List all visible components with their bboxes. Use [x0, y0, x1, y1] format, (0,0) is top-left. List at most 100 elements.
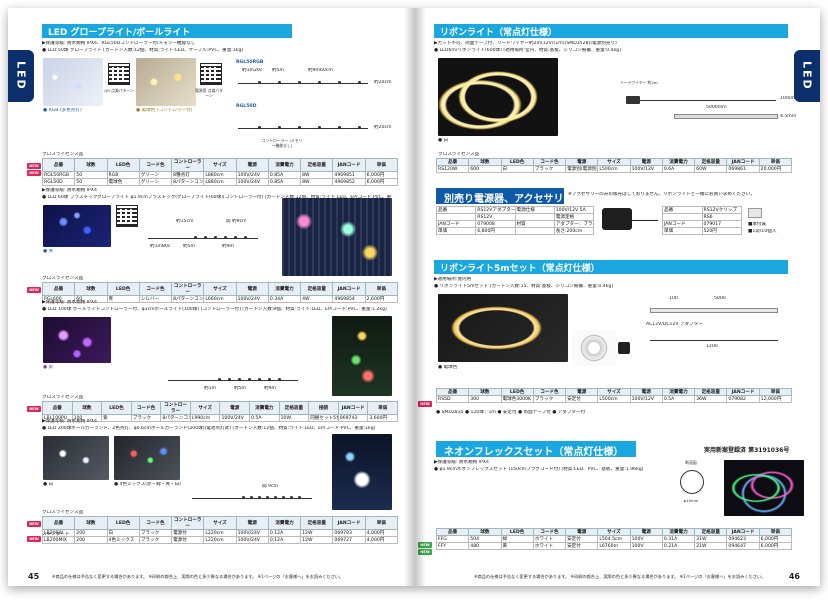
table-row: 単価 520円 — [662, 227, 742, 235]
table-header-cell: 球数 — [74, 158, 108, 172]
p4-note1: ▶保護等級: 防水規格 IPX4 — [42, 419, 97, 424]
qr-code-icon — [108, 63, 130, 85]
table-cell: 504 — [468, 535, 502, 543]
table-header-cell: LED色 — [500, 528, 534, 536]
new-badge: NEW — [27, 287, 41, 293]
clip-photo — [748, 208, 762, 218]
rgl50d-label: RGL50D — [236, 104, 257, 109]
table-header-cell: 電源 — [565, 528, 599, 536]
adapter-table: 品番 RS12Vアダプター 電源仕様 100V/12V 5A RS12V 電源定格 JANコ… — [435, 206, 595, 235]
table-header-cell: コントローラー — [171, 516, 205, 530]
table-cell: 4969854 — [332, 295, 366, 303]
table-cell: 6,000円 — [364, 171, 399, 179]
dim-label: 約5m — [272, 68, 284, 73]
table-header-cell: コード色 — [532, 158, 567, 166]
table-cell — [514, 227, 555, 235]
table-cell: ホワイト — [532, 542, 567, 550]
table-header-cell: 定格容量 — [300, 516, 334, 530]
table-cell: L500cm — [597, 165, 631, 173]
right-page: LED リボンライト（常点灯仕様） ▶カット不可、両面テープ付、リードワイヤー約… — [414, 8, 820, 586]
table-header-cell: LED色 — [106, 282, 140, 296]
table-cell: 電源仕様 — [514, 206, 555, 214]
table-header-cell: JANコード — [726, 158, 760, 166]
dim-label: 約9m60cm — [308, 68, 333, 73]
table-cell: 100V/24V — [235, 529, 269, 537]
ribbon-strip-icon — [674, 114, 778, 119]
table-row: RGL50D50電球色グリーン8パターンコントローラーL880cm100V/24… — [41, 178, 399, 186]
dim-label: 約5m — [183, 244, 195, 249]
purple-ball-photo — [43, 317, 111, 363]
table-row: 品番 RS12Vアダプター 電源仕様 100V/12V 5A — [435, 206, 595, 214]
table-header-cell: 定格容量 — [278, 401, 310, 415]
table-cell: 600 — [468, 165, 502, 173]
clip-note: ■1袋/10個入 — [748, 229, 777, 234]
table-header-cell: 定格容量 — [300, 282, 334, 296]
lead-wire-caption: リードワイヤー 約2m — [620, 80, 658, 85]
table-cell: ブラック — [532, 395, 567, 403]
table-header-cell: 球数 — [468, 528, 502, 536]
table-cell: 電球色 — [106, 178, 140, 186]
light-string-diagram — [148, 238, 258, 239]
diameter-label: φ19mm — [683, 498, 699, 503]
new-badge: NEW — [27, 406, 41, 412]
neon-flex-photo — [724, 460, 804, 516]
table-header-cell: 電源 — [235, 158, 269, 172]
footer-note: ※商品の仕様は予告なく変更する場合があります。 ※印刷の都合上、実際の色と多少異… — [474, 574, 766, 579]
table-cell: 0.6A — [661, 165, 696, 173]
table-header-cell: 消費電力 — [661, 158, 696, 166]
table-cell: 6,800円 — [475, 227, 516, 235]
table-cell: 4969851 — [332, 171, 366, 179]
neon-flex-title: ネオンフレックスセット（常点灯仕様） — [436, 441, 636, 458]
table-header-cell: JANコード — [332, 158, 366, 172]
dim-label: 約20cm — [374, 125, 392, 130]
table-header-cell: サイズ — [203, 282, 237, 296]
s1-spec-table: 品番 球数 LED色 コード色 電源 サイズ 電源 消費電力 定格容量 JANコード 単価 RS120… — [435, 158, 793, 173]
dim-label: 約15cm — [176, 219, 194, 224]
table-header-cell: 接続 — [308, 401, 339, 415]
table-header-cell: コード色 — [138, 158, 173, 172]
new-badge: NEW — [27, 521, 41, 527]
table-cell: 100V/12V 5A — [553, 206, 595, 214]
table-cell: 同梱セット5台 — [308, 414, 339, 422]
table-cell: 300 — [468, 395, 502, 403]
section-title: LED グロープライト/ボールライト — [42, 24, 292, 38]
table-cell: 8種点灯 — [171, 171, 205, 179]
dim-label: 5000mm — [706, 105, 727, 110]
table-header-cell: 球数 — [468, 158, 502, 166]
table-cell — [435, 213, 477, 221]
table-cell: 0.31A — [661, 535, 696, 543]
table-cell: 31W — [694, 535, 728, 543]
white-swatch-label: ● 白 — [43, 482, 54, 487]
table-header-cell: 単価 — [758, 388, 793, 396]
table-header-cell: コード色 — [130, 401, 162, 415]
table-header-cell: LED色 — [106, 158, 140, 172]
table-row: RS12V 電源定格 — [435, 213, 595, 221]
table-header-cell: LED色 — [500, 158, 534, 166]
adapter-photo — [618, 342, 630, 354]
table-header-row: 品番 球数 LED色 コード色 コントローラー サイズ 電源 消費電力 定格容量 接続 JANコード… — [42, 401, 398, 415]
p3-note2: ● LED 100球 ボールライトコントローラー付、φ1cmボールライト(100… — [42, 307, 387, 312]
table-header-cell: JANコード — [726, 388, 760, 396]
table-cell: 10W — [278, 414, 310, 422]
table-header-cell: 品番 — [41, 516, 76, 530]
table-cell: 長さ:200cm — [553, 227, 595, 235]
table-cell: 白 — [500, 165, 534, 173]
table-header-cell: サイズ — [597, 158, 631, 166]
rgb-light-photo — [43, 58, 103, 106]
table-cell: 100V/12V — [629, 395, 663, 403]
ribbon-set-photo — [438, 294, 568, 362]
table-row: JANコード079008材質アダプター：ブラック — [435, 220, 595, 228]
qr-code-icon — [116, 205, 138, 227]
table-header-cell: 単価 — [364, 158, 399, 172]
table-cell: 079008 — [475, 220, 516, 228]
table-header-cell: JANコード — [332, 282, 366, 296]
table-cell: 100V — [629, 542, 663, 550]
s1-note2: ● LED6m/リボンライト(600球) [適用場所:室内、材質:基板、シリコン… — [434, 48, 621, 53]
table-header-cell: LED色 — [106, 516, 140, 530]
table-cell: L220cm — [203, 529, 237, 537]
table-cell: 4,000円 — [364, 536, 399, 544]
white-garland-photo — [43, 436, 109, 480]
dim-label: 約9m — [264, 386, 276, 391]
table-cell: RGL50RGB — [41, 171, 76, 179]
accessory-title: 別売り電源器、アクセサリー — [436, 188, 574, 205]
